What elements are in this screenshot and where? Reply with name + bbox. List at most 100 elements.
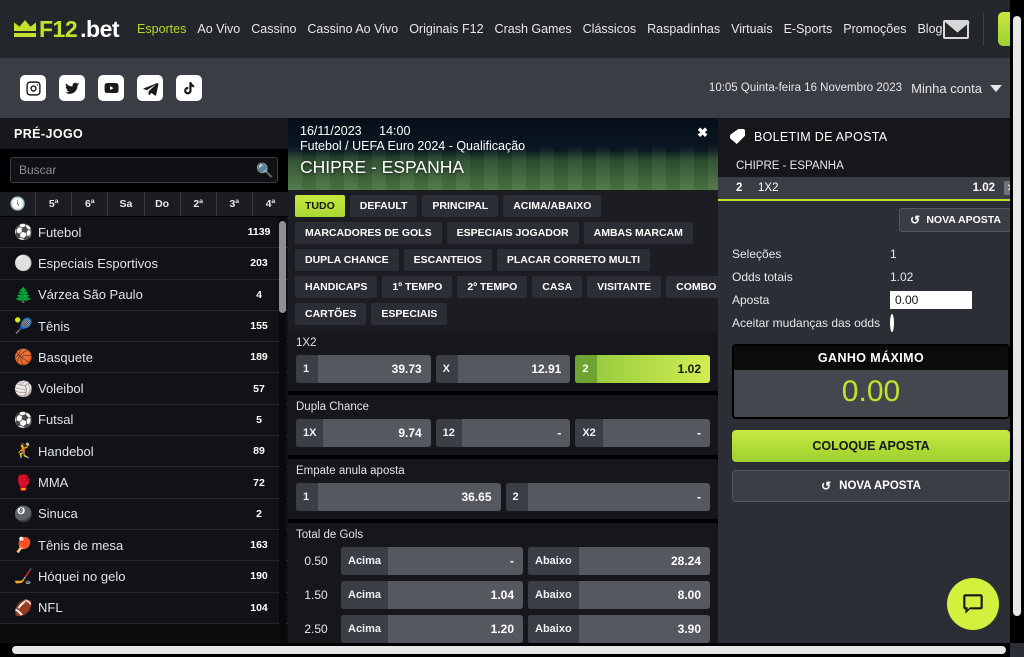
tab-escanteios[interactable]: ESCANTEIOS	[403, 249, 492, 271]
tab-visitante[interactable]: VISITANTE	[587, 276, 662, 298]
odds-button-dc-12[interactable]: 12 -	[435, 419, 571, 447]
youtube-icon[interactable]	[98, 75, 124, 101]
nav-link-blog[interactable]: Blog	[917, 22, 942, 36]
tab-1o-tempo[interactable]: 1º TEMPO	[382, 276, 453, 298]
sidebar-item-futsal[interactable]: ⚽ Futsal 5	[0, 404, 288, 437]
nav-link-originais-f12[interactable]: Originais F12	[409, 22, 483, 36]
nav-link-virtuais[interactable]: Virtuais	[731, 22, 772, 36]
my-account-label: Minha conta	[911, 80, 982, 96]
bet-slip-fields: Seleções 1 Odds totais 1.02 Aposta Aceit…	[718, 240, 1024, 334]
tab-acima-abaixo[interactable]: ACIMA/ABAIXO	[503, 195, 602, 217]
odds-button-dc-x2[interactable]: X2 -	[575, 419, 711, 447]
search-icon[interactable]: 🔍	[253, 162, 277, 179]
daytab-6[interactable]: 6ª	[72, 192, 109, 216]
horizontal-scrollbar-track[interactable]	[0, 643, 1010, 657]
nav-link-raspadinhas[interactable]: Raspadinhas	[647, 22, 720, 36]
sidebar-item-tenis-de-mesa[interactable]: 🏓 Tênis de mesa 163	[0, 529, 288, 562]
close-icon[interactable]: ✖	[697, 125, 708, 141]
top-navigation-bar: F12 .bet Esportes Ao Vivo Cassino Cassin…	[0, 0, 1024, 58]
search-box[interactable]: 🔍	[10, 157, 278, 183]
my-account-menu[interactable]: Minha conta	[911, 81, 1002, 96]
sidebar-item-nfl[interactable]: 🏈 NFL 104	[0, 592, 288, 624]
main-body: PRÉ-JOGO 🔍 🕔 5ª 6ª Sa Do 2ª 3ª 4ª ⚽	[0, 118, 1024, 657]
tab-tudo[interactable]: TUDO	[295, 195, 345, 217]
sidebar-item-voleibol[interactable]: 🏐 Voleibol 57	[0, 373, 288, 405]
odds-label: Abaixo	[528, 581, 579, 609]
odds-value: 1.04	[490, 588, 514, 602]
nav-link-esportes[interactable]: Esportes	[137, 22, 186, 36]
instagram-icon[interactable]	[20, 75, 46, 101]
odds-button-over-150[interactable]: Acima 1.04	[341, 581, 523, 609]
chat-widget-button[interactable]	[947, 578, 999, 630]
tab-handicaps[interactable]: HANDICAPS	[295, 276, 378, 298]
odds-button-under-150[interactable]: Abaixo 8.00	[528, 581, 710, 609]
daytab-5[interactable]: 5ª	[36, 192, 73, 216]
daytab-now[interactable]: 🕔	[0, 192, 37, 216]
bet-slip-selection-row[interactable]: 2 1X2 1.02 ✕	[718, 177, 1024, 201]
tab-combo[interactable]: COMBO	[666, 276, 718, 298]
odds-value: 1.02	[677, 362, 702, 376]
odds-button-1x2-draw[interactable]: X 12.91	[435, 355, 571, 383]
daytab-do[interactable]: Do	[145, 192, 181, 216]
odds-button-1x2-home[interactable]: 1 39.73	[296, 355, 431, 383]
odds-button-under-050[interactable]: Abaixo 28.24	[528, 547, 710, 575]
sidebar-item-futebol[interactable]: ⚽ Futebol 1139	[0, 217, 288, 249]
sidebar-item-especiais-esportivos[interactable]: ⚪ Especiais Esportivos 203	[0, 248, 288, 280]
tab-especiais[interactable]: ESPECIAIS	[371, 303, 448, 325]
daytab-3[interactable]: 3ª	[217, 192, 253, 216]
sidebar-item-tenis[interactable]: 🎾 Tênis 155	[0, 310, 288, 343]
nav-link-classicos[interactable]: Clássicos	[583, 22, 637, 36]
sidebar-item-varzea-sao-paulo[interactable]: 🌲 Várzea São Paulo 4	[0, 279, 288, 311]
sport-label: Handebol	[38, 443, 94, 459]
tab-2o-tempo[interactable]: 2º TEMPO	[457, 276, 528, 298]
tab-casa[interactable]: CASA	[532, 276, 583, 298]
tab-principal[interactable]: PRINCIPAL	[422, 195, 499, 217]
mail-icon[interactable]	[942, 19, 969, 39]
sidebar-scrollbar-thumb[interactable]	[279, 221, 286, 313]
nav-link-e-sports[interactable]: E-Sports	[784, 22, 833, 36]
odds-button-over-250[interactable]: Acima 1.20	[341, 615, 523, 643]
sport-label: Especiais Esportivos	[38, 255, 158, 271]
odds-button-under-250[interactable]: Abaixo 3.90	[528, 615, 710, 643]
search-input[interactable]	[11, 163, 253, 177]
daytab-4[interactable]: 4ª	[253, 192, 288, 216]
odds-button-dnb-2[interactable]: 2 -	[505, 483, 710, 511]
new-bet-button[interactable]: ↻ NOVA APOSTA	[732, 470, 1010, 502]
tab-placar-correto-multi[interactable]: PLACAR CORRETO MULTI	[496, 249, 651, 271]
sidebar-item-basquete[interactable]: 🏀 Basquete 189	[0, 342, 288, 374]
nav-link-ao-vivo[interactable]: Ao Vivo	[197, 22, 240, 36]
stake-input[interactable]	[890, 291, 972, 309]
tab-default[interactable]: DEFAULT	[349, 195, 418, 217]
tab-especiais-jogador[interactable]: ESPECIAIS JOGADOR	[446, 222, 579, 244]
site-logo[interactable]: F12 .bet	[14, 16, 120, 43]
tiktok-icon[interactable]	[176, 75, 202, 101]
nav-link-crash-games[interactable]: Crash Games	[495, 22, 572, 36]
sidebar-item-mma[interactable]: 🥊 MMA 72	[0, 467, 288, 499]
nav-link-cassino[interactable]: Cassino	[251, 22, 296, 36]
tab-ambas-marcam[interactable]: AMBAS MARCAM	[583, 222, 693, 244]
telegram-icon[interactable]	[137, 75, 163, 101]
twitter-icon[interactable]	[59, 75, 85, 101]
sport-list: ⚽ Futebol 1139 ⚪ Especiais Esportivos 20…	[0, 217, 288, 648]
odds-button-1x2-away[interactable]: 2 1.02	[575, 355, 711, 383]
new-bet-button-top[interactable]: ↻ NOVA APOSTA	[899, 208, 1012, 232]
accept-odds-changes-radio[interactable]	[890, 314, 894, 332]
nav-link-cassino-ao-vivo[interactable]: Cassino Ao Vivo	[307, 22, 398, 36]
sidebar-item-handebol[interactable]: 🤾 Handebol 89	[0, 436, 288, 468]
sidebar-item-sinuca[interactable]: 🎱 Sinuca 2	[0, 498, 288, 530]
odds-button-dc-1x[interactable]: 1X 9.74	[296, 419, 431, 447]
odds-value: 3.90	[677, 622, 701, 636]
market-tab-row: TUDO DEFAULT PRINCIPAL ACIMA/ABAIXO	[295, 195, 711, 217]
tab-cartoes[interactable]: CARTÕES	[295, 303, 367, 325]
page-scrollbar-thumb[interactable]	[1013, 16, 1021, 616]
daytab-2[interactable]: 2ª	[181, 192, 217, 216]
tab-marcadores-de-gols[interactable]: MARCADORES DE GOLS	[295, 222, 442, 244]
place-bet-button[interactable]: COLOQUE APOSTA	[732, 430, 1010, 462]
tab-dupla-chance[interactable]: DUPLA CHANCE	[295, 249, 399, 271]
daytab-sa[interactable]: Sa	[108, 192, 145, 216]
horizontal-scrollbar-thumb[interactable]	[12, 646, 1006, 654]
nav-link-promocoes[interactable]: Promoções	[843, 22, 906, 36]
odds-button-dnb-1[interactable]: 1 36.65	[296, 483, 501, 511]
sidebar-item-hoquei-no-gelo[interactable]: 🏒 Hóquei no gelo 190	[0, 561, 288, 593]
odds-button-over-050[interactable]: Acima -	[341, 547, 523, 575]
